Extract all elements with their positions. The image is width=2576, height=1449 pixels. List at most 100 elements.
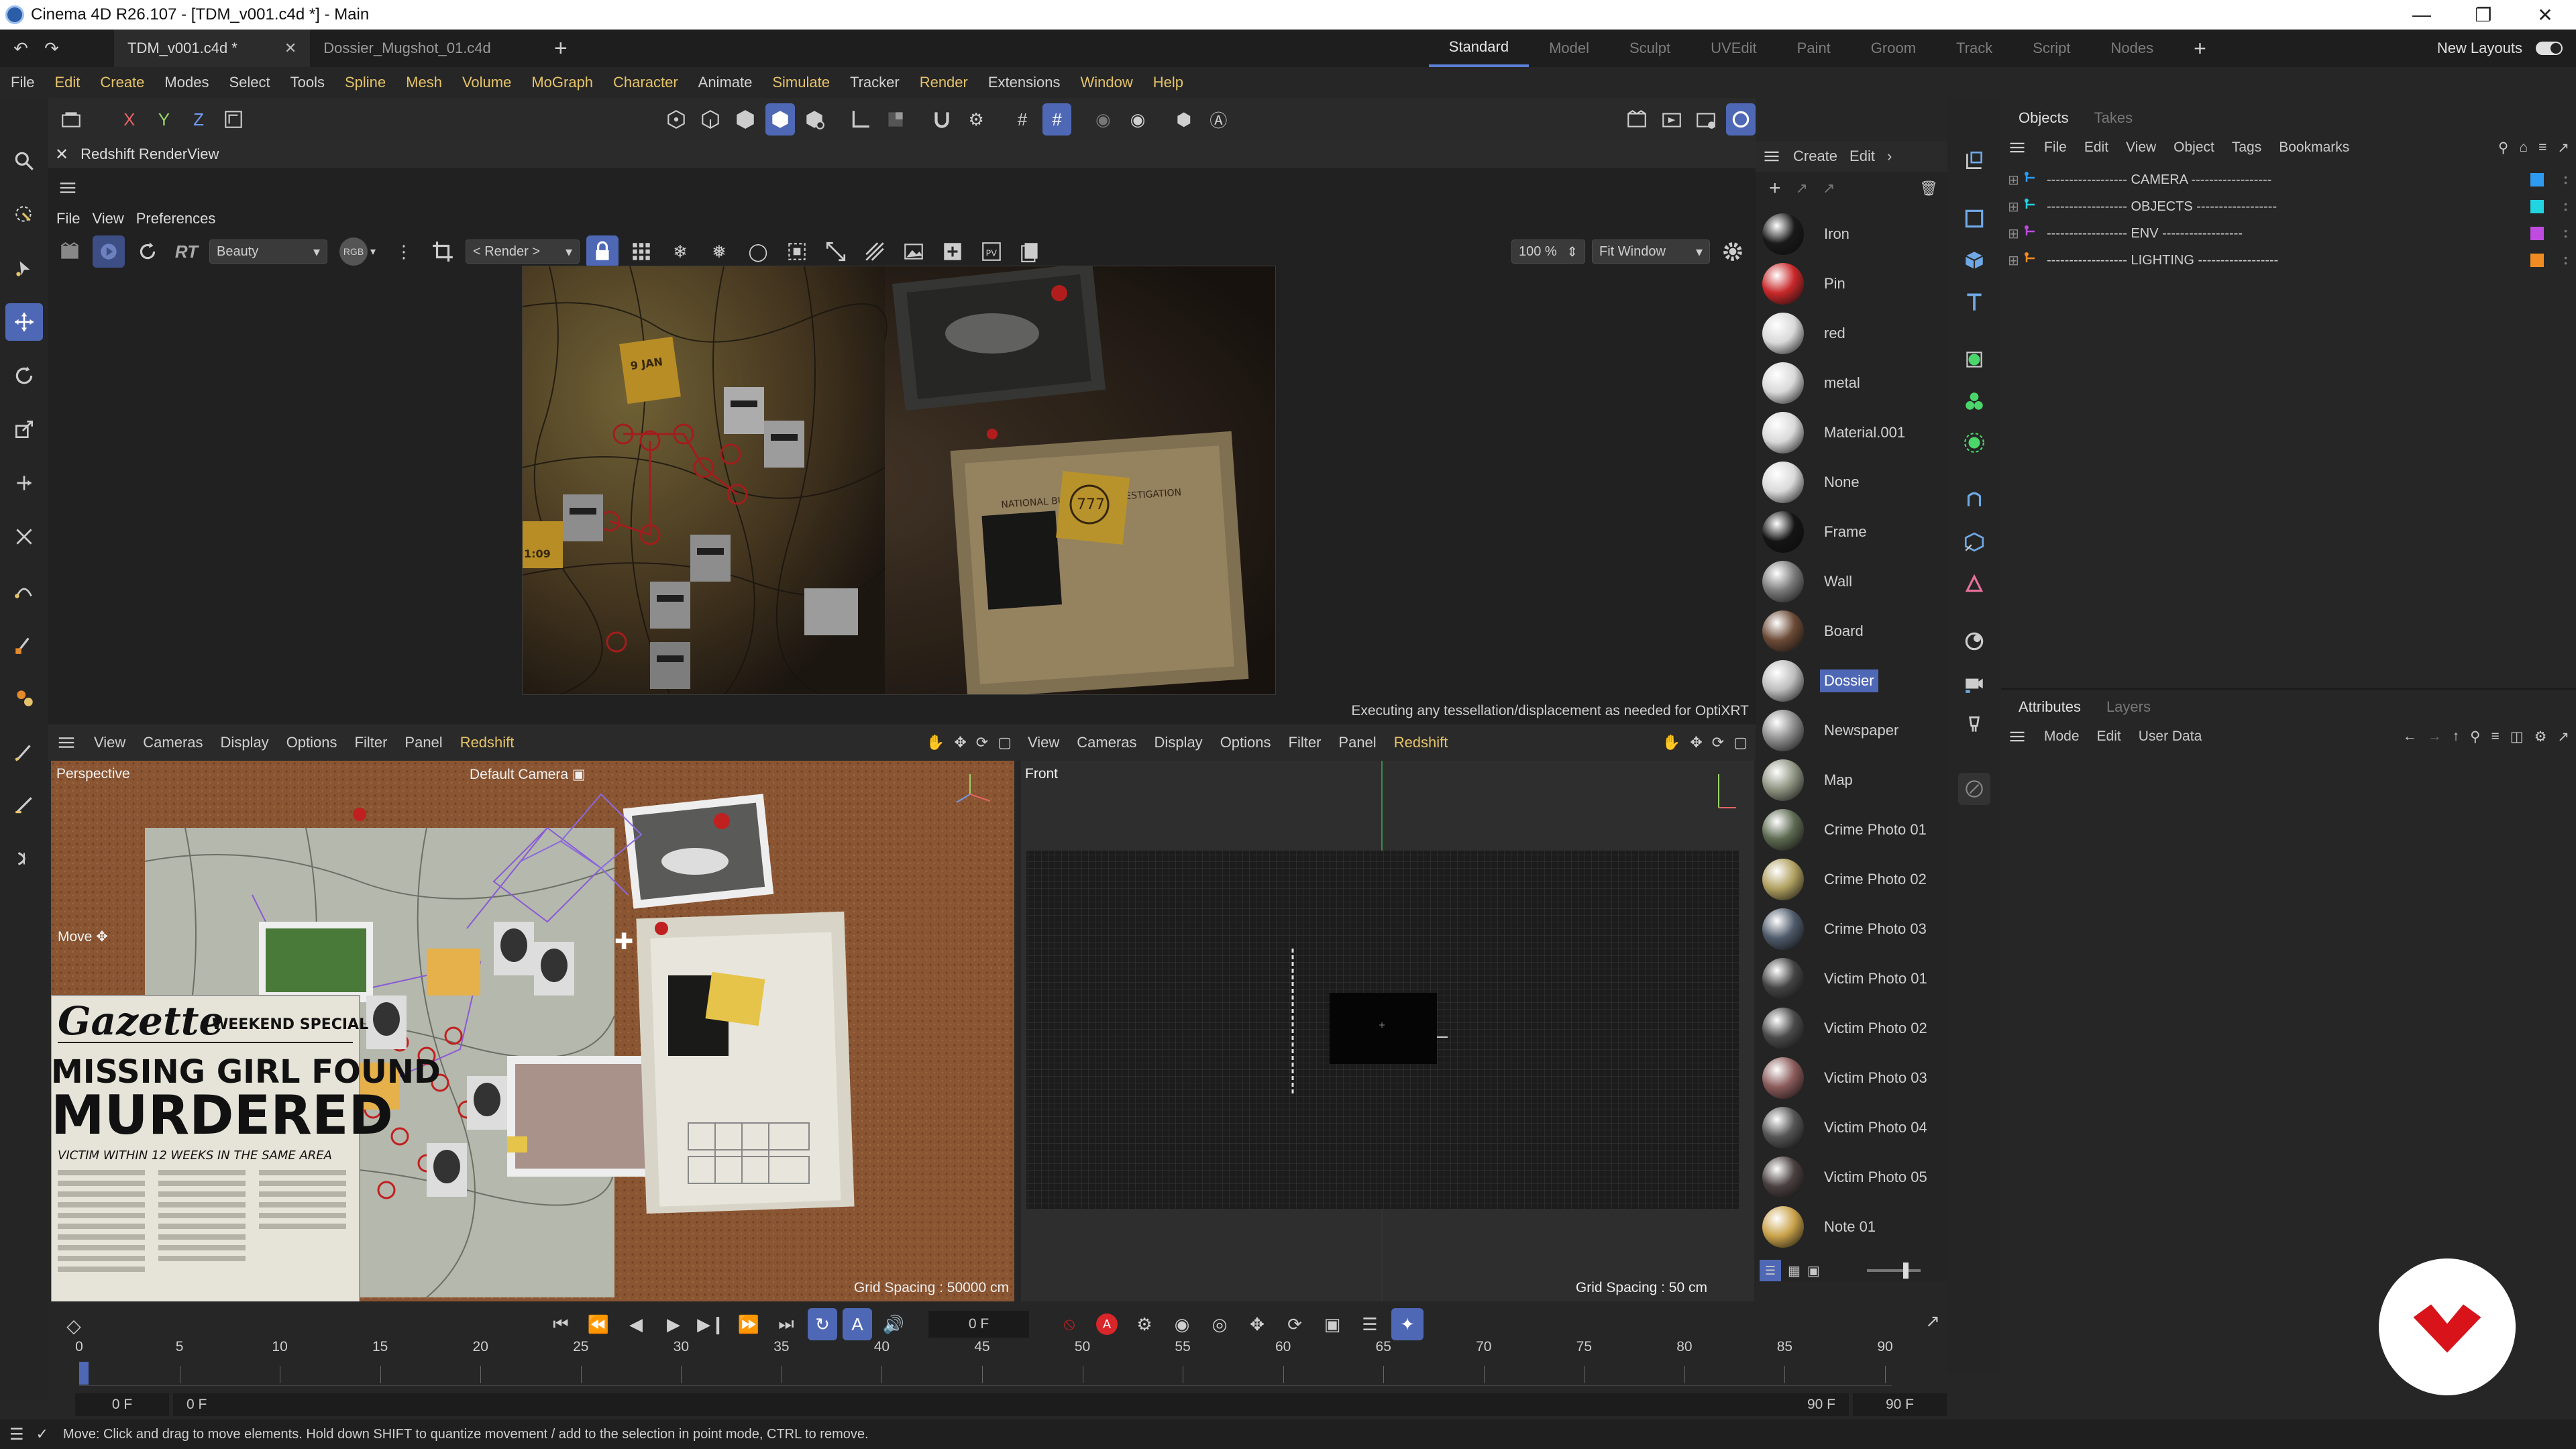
menu-extensions[interactable]: Extensions — [988, 74, 1061, 91]
camera-view-icon[interactable] — [1958, 145, 1990, 177]
rgb-channel-button[interactable]: RGB ▾ — [334, 235, 381, 268]
new-window-icon[interactable]: ↗ — [2557, 140, 2569, 156]
scale-axis-tool-icon[interactable] — [5, 518, 43, 555]
visibility-dots-icon[interactable]: • • — [2564, 226, 2567, 241]
timeline-graph-icon[interactable]: ↗ — [1925, 1311, 1940, 1332]
shading-toggle-icon[interactable]: ◉ — [1123, 103, 1152, 136]
keyframe-selection-icon[interactable]: ◉ — [1166, 1308, 1198, 1340]
tab-objects[interactable]: Objects — [2019, 109, 2069, 127]
fit-icon[interactable] — [781, 235, 813, 268]
polygons-mode-icon[interactable] — [731, 103, 760, 136]
next-key-icon[interactable]: ⏩ — [733, 1308, 765, 1340]
object-row[interactable]: ⊞ ------------------ CAMERA -------------… — [2008, 168, 2571, 192]
back-arrow-icon[interactable]: ← — [2403, 729, 2417, 745]
cloner-icon[interactable] — [1958, 385, 1990, 417]
autokey-button[interactable]: A — [1091, 1308, 1123, 1340]
scale-key-icon[interactable]: ▣ — [1316, 1308, 1348, 1340]
tweak-mode-icon[interactable] — [881, 103, 910, 136]
spline-smooth-icon[interactable] — [5, 679, 43, 716]
rotation-key-icon[interactable]: ⟳ — [1279, 1308, 1311, 1340]
search-icon[interactable]: ⚲ — [2498, 140, 2508, 156]
object-row[interactable]: ⊞ ------------------ OBJECTS ------------… — [2008, 195, 2571, 219]
camera-object-icon[interactable] — [1958, 667, 1990, 699]
refresh-icon[interactable] — [131, 235, 164, 268]
new-tab-icon[interactable]: + — [545, 32, 577, 64]
environment-icon[interactable] — [1958, 625, 1990, 657]
edit-arrow-icon[interactable]: ↗ — [1796, 180, 1808, 197]
home-icon[interactable]: ⌂ — [2519, 140, 2528, 156]
expand-icon[interactable] — [820, 235, 852, 268]
close-window-button[interactable]: ✕ — [2514, 0, 2576, 30]
menu-volume[interactable]: Volume — [462, 74, 511, 91]
uv-mode-icon[interactable] — [800, 103, 830, 136]
lock-z-axis-button[interactable]: Z — [184, 103, 213, 136]
close-panel-icon[interactable]: ✕ — [55, 145, 68, 164]
keyframe-settings-icon[interactable]: ⚙ — [1128, 1308, 1161, 1340]
layout-tab-model[interactable]: Model — [1529, 30, 1609, 67]
menu-tools[interactable]: Tools — [290, 74, 325, 91]
fit-dropdown[interactable]: Fit Window ▾ — [1592, 239, 1710, 264]
render-to-picture-viewer-icon[interactable] — [1692, 103, 1721, 136]
tab-attributes[interactable]: Attributes — [2019, 698, 2081, 716]
circle-select-icon[interactable]: ◯ — [742, 235, 774, 268]
timeline-ruler[interactable]: 0 5 10 15 20 25 30 35 40 45 50 55 60 65 70 75 80 85 90 — [75, 1339, 1893, 1386]
rv-menu-file[interactable]: File — [56, 210, 80, 227]
crop-icon[interactable] — [427, 235, 459, 268]
menu-window[interactable]: Window — [1080, 74, 1132, 91]
menu-tracker[interactable]: Tracker — [850, 74, 900, 91]
tab-layers[interactable]: Layers — [2106, 698, 2151, 716]
spline-pen-icon[interactable] — [5, 572, 43, 609]
playback-rate-icon[interactable]: A — [843, 1308, 872, 1340]
menu-mograph[interactable]: MoGraph — [531, 74, 593, 91]
menu-animate[interactable]: Animate — [698, 74, 753, 91]
redo-icon[interactable]: ↷ — [36, 32, 67, 64]
tab-takes[interactable]: Takes — [2094, 109, 2133, 127]
layout-tab-nodes[interactable]: Nodes — [2090, 30, 2174, 67]
material-item[interactable]: Wall — [1756, 557, 1947, 606]
menu-modes[interactable]: Modes — [164, 74, 209, 91]
layout-tab-standard[interactable]: Standard — [1428, 30, 1529, 67]
vp-menu-cameras[interactable]: Cameras — [143, 734, 203, 751]
layout-tab-paint[interactable]: Paint — [1777, 30, 1851, 67]
link-icon[interactable]: ↗ — [1823, 180, 1835, 197]
add-snapshot-icon[interactable] — [936, 235, 969, 268]
material-item[interactable]: metal — [1756, 358, 1947, 408]
new-window-icon[interactable]: ↗ — [2557, 729, 2569, 745]
move-view-icon[interactable]: ✥ — [954, 734, 966, 751]
coordinate-system-icon[interactable] — [219, 103, 248, 136]
filter-icon[interactable]: ≡ — [2491, 729, 2499, 745]
visibility-dots-icon[interactable]: • • — [2564, 253, 2567, 268]
material-item[interactable]: Newspaper — [1756, 706, 1947, 755]
layer-color-swatch[interactable] — [2530, 227, 2544, 240]
vp-menu-cameras[interactable]: Cameras — [1077, 734, 1136, 751]
layout-tab-track[interactable]: Track — [1936, 30, 2012, 67]
expand-icon[interactable]: ⊞ — [2008, 225, 2024, 242]
object-row[interactable]: ⊞ ------------------ ENV ----------------… — [2008, 221, 2571, 246]
layer-color-swatch[interactable] — [2530, 173, 2544, 186]
vp-menu-view[interactable]: View — [94, 734, 125, 751]
film-icon[interactable] — [54, 235, 86, 268]
cube-icon[interactable] — [1958, 244, 1990, 276]
hexagon-tool-icon[interactable]: ⬢ — [1169, 103, 1199, 136]
vp-menu-options[interactable]: Options — [286, 734, 337, 751]
subdivision-icon[interactable] — [1958, 343, 1990, 376]
preview-range-bar[interactable]: 0 F 90 F — [173, 1393, 1849, 1416]
obj-menu-object[interactable]: Object — [2174, 140, 2214, 156]
icon-size-slider[interactable] — [1866, 1263, 1921, 1279]
layout-tab-uvedit[interactable]: UVEdit — [1690, 30, 1776, 67]
playhead[interactable] — [79, 1362, 89, 1385]
edges-mode-icon[interactable] — [696, 103, 726, 136]
render-active-view-icon[interactable] — [1657, 103, 1686, 136]
menu-character[interactable]: Character — [613, 74, 678, 91]
up-arrow-icon[interactable]: ↑ — [2453, 729, 2460, 745]
doc-tab-dossier[interactable]: Dossier_Mugshot_01.c4d — [310, 30, 504, 67]
grid-icon[interactable] — [625, 235, 657, 268]
material-item[interactable]: Victim Photo 04 — [1756, 1103, 1947, 1152]
material-item[interactable]: Note 01 — [1756, 1202, 1947, 1252]
lock-icon[interactable] — [586, 235, 619, 268]
hamburger-icon[interactable] — [1762, 147, 1781, 166]
material-item[interactable]: red — [1756, 309, 1947, 358]
rv-menu-view[interactable]: View — [92, 210, 123, 227]
add-layout-icon[interactable]: + — [2174, 30, 2226, 67]
workplane-grid-icon[interactable]: # — [1008, 103, 1037, 136]
